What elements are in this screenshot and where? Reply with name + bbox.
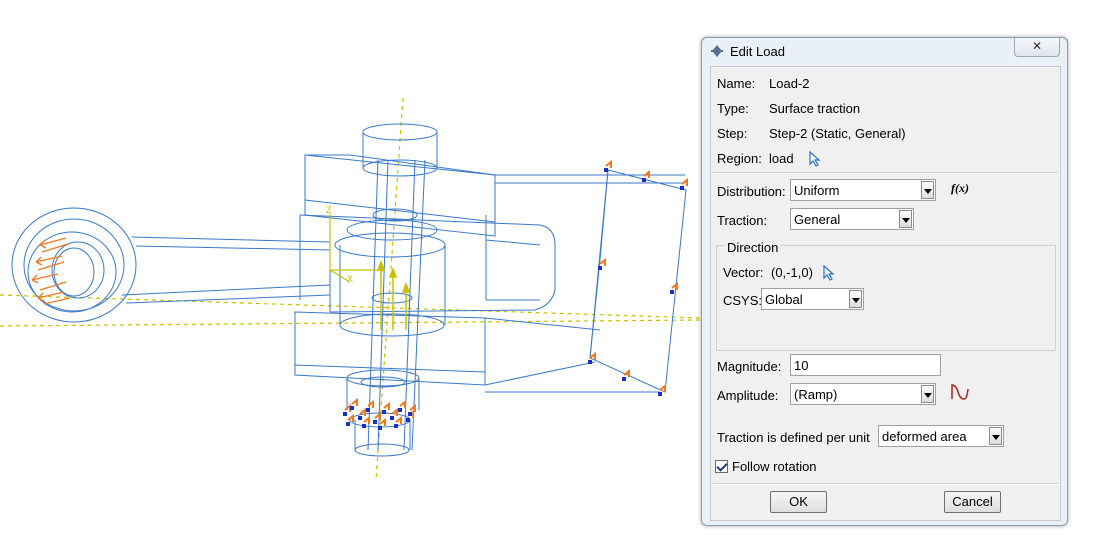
- name-value: Load-2: [769, 76, 810, 91]
- dialog-title: Edit Load: [730, 44, 785, 59]
- vector-label: Vector:: [723, 265, 764, 280]
- bc-marker: [346, 413, 354, 426]
- distribution-label: Distribution:: [717, 184, 786, 199]
- separator: [713, 172, 1058, 174]
- vector-value: (0,-1,0): [771, 265, 813, 280]
- traction-value: General: [794, 212, 841, 227]
- region-value: load: [769, 151, 794, 166]
- vector-select-arrow-icon[interactable]: [822, 265, 836, 281]
- amplitude-select[interactable]: (Ramp): [790, 383, 936, 405]
- bc-marker: [680, 177, 688, 190]
- cancel-button[interactable]: Cancel: [944, 491, 1001, 513]
- per-unit-value: deformed area: [882, 429, 967, 444]
- bc-marker: [398, 399, 406, 412]
- ok-button[interactable]: OK: [770, 491, 827, 513]
- bc-marker: [350, 397, 358, 410]
- amplitude-value: (Ramp): [794, 387, 838, 402]
- amplitude-label: Amplitude:: [717, 388, 779, 403]
- bc-marker: [382, 401, 390, 414]
- per-unit-label: Traction is defined per unit: [717, 430, 870, 445]
- csys-label: CSYS:: [723, 293, 763, 308]
- fx-button[interactable]: f(x): [951, 181, 969, 196]
- edit-load-dialog: Edit Load ✕ Name: Load-2 Type: Surface t…: [701, 37, 1068, 526]
- chevron-down-icon[interactable]: [921, 181, 934, 199]
- distribution-select[interactable]: Uniform: [790, 179, 936, 201]
- chevron-down-icon[interactable]: [921, 385, 934, 403]
- region-select-arrow-icon[interactable]: [808, 151, 822, 167]
- boundary-condition-markers: [343, 159, 688, 430]
- separator: [713, 483, 1058, 485]
- model-viewport[interactable]: Z Y X: [0, 0, 700, 551]
- name-label: Name:: [717, 76, 756, 91]
- dialog-titlebar[interactable]: Edit Load ✕: [702, 38, 1067, 64]
- type-label: Type:: [717, 101, 749, 116]
- chevron-down-icon[interactable]: [899, 210, 912, 228]
- csys-select[interactable]: Global: [761, 288, 864, 310]
- magnitude-input[interactable]: [790, 354, 941, 376]
- follow-rotation-checkbox[interactable]: [715, 460, 728, 473]
- follow-rotation-label: Follow rotation: [732, 459, 817, 474]
- chevron-down-icon[interactable]: [849, 290, 862, 308]
- step-value: Step-2 (Static, General): [769, 126, 906, 141]
- triad-label-z: Z: [326, 205, 332, 215]
- per-unit-select[interactable]: deformed area: [878, 425, 1004, 447]
- close-button[interactable]: ✕: [1014, 38, 1060, 57]
- region-label: Region:: [717, 151, 762, 166]
- dialog-client-area: Name: Load-2 Type: Surface traction Step…: [710, 66, 1061, 521]
- bc-marker: [394, 415, 402, 428]
- distribution-value: Uniform: [794, 183, 840, 198]
- bc-marker: [390, 407, 398, 420]
- step-label: Step:: [717, 126, 748, 141]
- traction-select[interactable]: General: [790, 208, 914, 230]
- triad-label-x: X: [347, 274, 353, 284]
- amplitude-create-icon[interactable]: [950, 383, 970, 401]
- csys-value: Global: [765, 292, 803, 307]
- magnitude-label: Magnitude:: [717, 359, 782, 374]
- close-icon: ✕: [1031, 39, 1043, 53]
- direction-group-title: Direction: [725, 240, 781, 255]
- magnitude-field[interactable]: [791, 355, 940, 376]
- load-icon: [711, 45, 723, 57]
- type-value: Surface traction: [769, 101, 861, 116]
- traction-label: Traction:: [717, 213, 768, 228]
- chevron-down-icon[interactable]: [989, 427, 1002, 445]
